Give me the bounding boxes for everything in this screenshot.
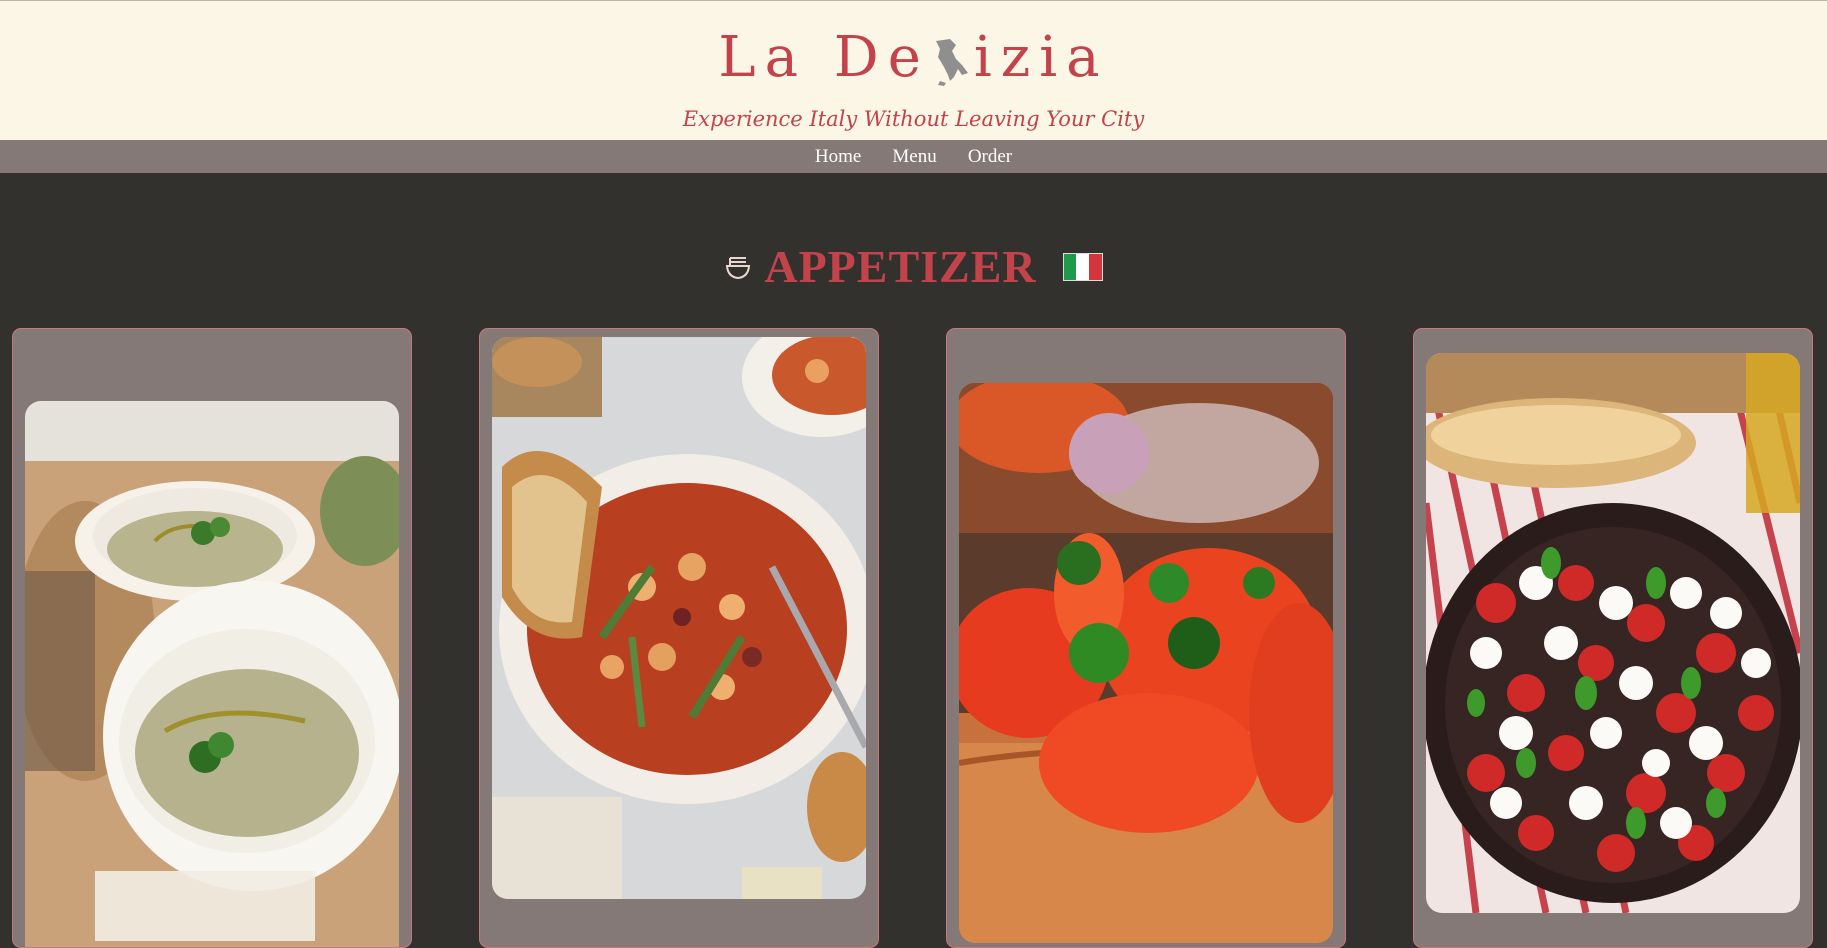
main-nav: Home Menu Order: [0, 140, 1827, 173]
italy-map-icon: [935, 38, 968, 86]
nav-order[interactable]: Order: [968, 146, 1012, 167]
caprese-photo: [1426, 353, 1800, 913]
minestrone-photo: [492, 337, 866, 899]
site-logo[interactable]: La De izia: [0, 23, 1827, 93]
site-header: La De izia Experience Italy Without Leav…: [0, 0, 1827, 140]
nav-menu[interactable]: Menu: [892, 146, 936, 167]
section-heading: APPETIZER: [0, 240, 1827, 300]
menu-card-minestrone[interactable]: [479, 328, 879, 948]
noodle-bowl-icon: [726, 256, 751, 279]
artichoke-soup-photo: [25, 401, 399, 947]
menu-card-bruschetta[interactable]: [946, 328, 1346, 948]
nav-home[interactable]: Home: [815, 146, 861, 167]
italy-flag-icon: [1062, 252, 1103, 281]
tagline: Experience Italy Without Leaving Your Ci…: [682, 107, 1145, 131]
menu-card-caprese[interactable]: [1413, 328, 1813, 948]
logo-text-left: La De: [718, 25, 930, 90]
bruschetta-photo: [959, 383, 1333, 943]
section-title: APPETIZER: [764, 241, 1037, 292]
menu-card-artichoke-soup[interactable]: [12, 328, 412, 948]
logo-text-right: izia: [973, 25, 1109, 90]
